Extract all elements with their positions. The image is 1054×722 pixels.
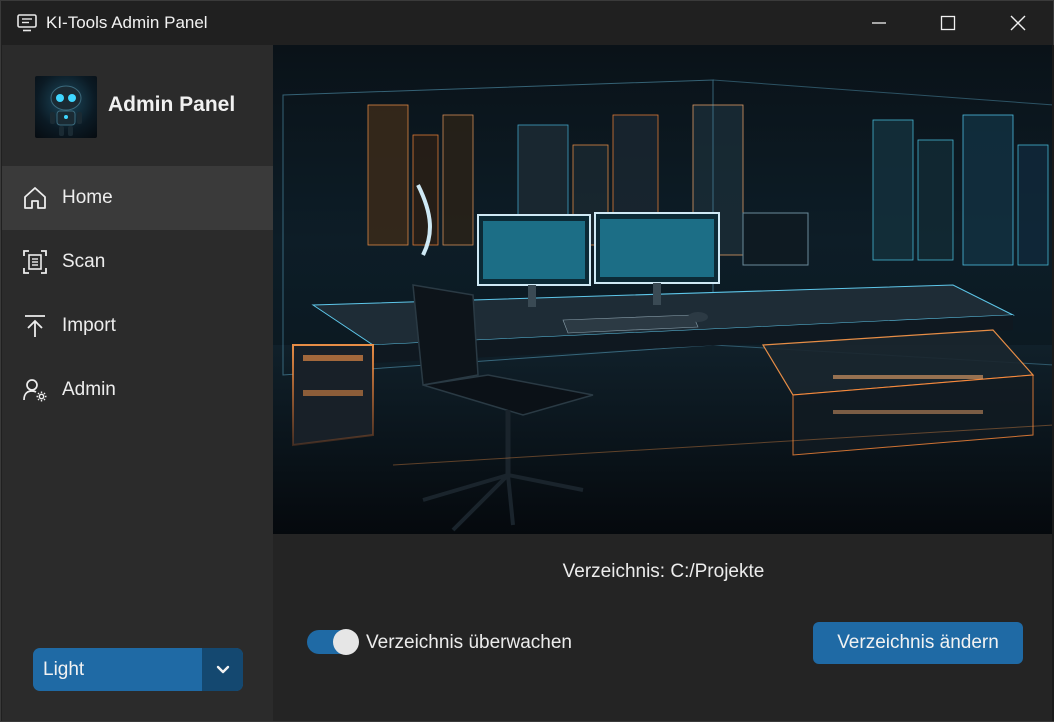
main-content: Verzeichnis: C:/Projekte Verzeichnis übe… (273, 45, 1054, 721)
sidebar-item-label: Home (62, 187, 113, 208)
directory-label: Verzeichnis: C:/Projekte (562, 561, 765, 582)
robot-logo (35, 76, 97, 138)
sidebar-item-label: Scan (62, 251, 106, 272)
watch-directory-toggle[interactable] (307, 629, 359, 655)
minimize-icon (872, 22, 886, 24)
app-window: KI-Tools Admin Panel Admin Panel Home Sc… (0, 0, 1054, 722)
maximize-button[interactable] (913, 1, 983, 45)
sidebar-item-label: Admin (62, 379, 116, 400)
monitor-icon (17, 14, 37, 32)
sidebar: Admin Panel Home Scan Import Admin Light (2, 45, 273, 721)
change-directory-button[interactable]: Verzeichnis ändern (813, 622, 1023, 664)
theme-select-dropdown-button[interactable] (202, 648, 243, 691)
futuristic-office-image (273, 45, 1054, 534)
theme-select-value: Light (43, 659, 85, 680)
sidebar-item-home[interactable]: Home (2, 166, 273, 230)
toggle-knob[interactable] (333, 629, 359, 655)
sidebar-item-import[interactable]: Import (2, 294, 273, 358)
close-icon (1010, 15, 1026, 31)
minimize-button[interactable] (844, 1, 914, 45)
sidebar-title: Admin Panel (108, 93, 236, 116)
home-icon (24, 187, 46, 209)
close-button[interactable] (983, 1, 1053, 45)
admin-icon (23, 379, 47, 402)
theme-select[interactable]: Light (33, 648, 243, 691)
maximize-icon (940, 15, 956, 31)
sidebar-item-label: Import (62, 315, 116, 336)
sidebar-item-scan[interactable]: Scan (2, 230, 273, 294)
scan-icon (23, 250, 47, 274)
chevron-down-icon (216, 665, 229, 673)
window-title: KI-Tools Admin Panel (46, 13, 208, 32)
sidebar-item-admin[interactable]: Admin (2, 358, 273, 422)
title-bar[interactable]: KI-Tools Admin Panel (1, 1, 1053, 45)
watch-directory-label: Verzeichnis überwachen (366, 632, 572, 653)
import-icon (25, 315, 45, 337)
